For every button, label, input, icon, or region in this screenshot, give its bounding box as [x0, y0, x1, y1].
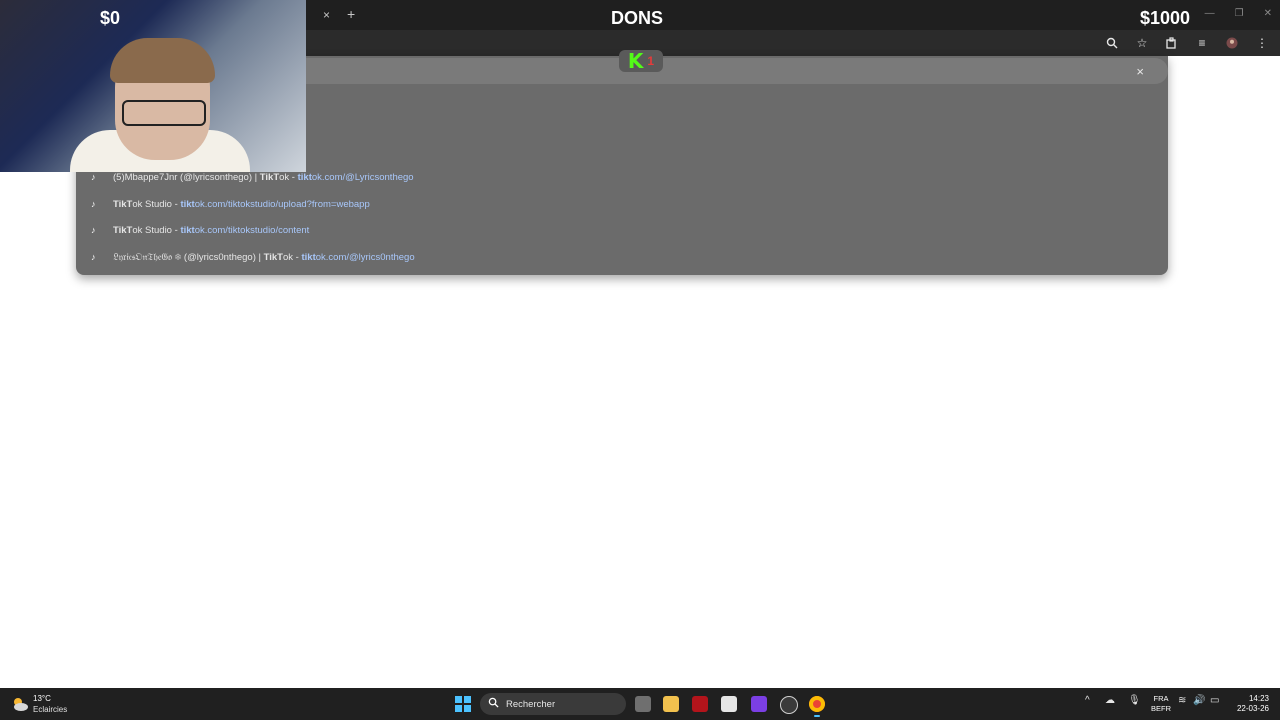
suggestion-text: TikTok Studio - tiktok.com/tiktokstudio/… [113, 199, 370, 210]
task-view-icon[interactable] [635, 696, 651, 712]
suggestion-url: ok.com/@lyrics0nthego [315, 251, 415, 263]
tiktok-icon: ♪ [91, 172, 96, 182]
tiktok-icon: ♪ [91, 225, 96, 235]
volume-icon[interactable]: 🔊 [1193, 695, 1205, 706]
clock-date: 22-03-26 [1236, 704, 1269, 713]
zoom-icon[interactable] [1104, 35, 1120, 51]
purple-app-icon[interactable] [751, 696, 767, 712]
suggestion-url: ok.com/tiktokstudio/content [194, 224, 310, 236]
suggestion-text: 𝔏𝔶𝔯𝔦𝔠𝔰𝔒𝔫𝔗𝔥𝔢𝔊𝔬 ❄ (@lyrics0nthego) | TikTo… [113, 252, 415, 263]
omnibox-clear-button[interactable]: × [1136, 64, 1144, 79]
obs-icon[interactable] [780, 696, 798, 714]
profile-avatar[interactable] [1224, 35, 1240, 51]
weather-temp: 13°C [33, 694, 51, 703]
webcam-overlay [0, 0, 306, 172]
language-indicator[interactable]: FRA BEFR [1151, 694, 1171, 714]
tray-chevron-icon[interactable]: ^ [1085, 695, 1090, 706]
suggestion-url-match: tikt [180, 224, 195, 236]
suggestion-separator: - [289, 171, 298, 183]
suggestion-title: 𝔏𝔶𝔯𝔦𝔠𝔰𝔒𝔫𝔗𝔥𝔢𝔊𝔬 ❄ (@lyrics0nthego) | [113, 251, 264, 263]
weather-desc: Eclaircies [33, 705, 68, 714]
keyboard-layout: BEFR [1151, 704, 1172, 713]
suggestion-title-match: TikT [113, 224, 133, 236]
toolbar-icons: ☆ ≡ ⋮ [1104, 35, 1270, 51]
webcam-person-glasses [122, 100, 206, 126]
suggestion-url: ok.com/@Lyricsonthego [311, 171, 414, 183]
suggestion-title-match: TikT [113, 198, 133, 210]
suggestion-item[interactable]: ♪ TikTok Studio - tiktok.com/tiktokstudi… [76, 193, 1168, 215]
webcam-person-hair [110, 38, 215, 83]
suggestion-title-match: TikT [263, 251, 283, 263]
suggestion-url-match: tikt [297, 171, 312, 183]
bookmark-star-icon[interactable]: ☆ [1134, 35, 1150, 51]
suggestion-url-match: tikt [180, 198, 195, 210]
kick-count: 1 [647, 54, 655, 68]
suggestion-title: (5)Mbappe7Jnr (@lyricsonthego) | [113, 171, 260, 183]
start-button[interactable] [455, 696, 471, 712]
search-label: Rechercher [506, 698, 556, 710]
language-code: FRA [1153, 694, 1169, 703]
suggestion-item[interactable]: ♪ TikTok Studio - tiktok.com/tiktokstudi… [76, 219, 1168, 241]
suggestion-text: (5)Mbappe7Jnr (@lyricsonthego) | TikTok … [113, 172, 414, 183]
suggestion-url-match: tikt [301, 251, 316, 263]
suggestion-title-rest: ok [282, 251, 294, 263]
kick-viewer-badge: K 1 [619, 49, 663, 73]
donation-goal: $1000 [1139, 8, 1190, 28]
onedrive-icon[interactable]: ☁ [1105, 695, 1115, 706]
extensions-icon[interactable] [1164, 35, 1180, 51]
red-app-icon[interactable] [692, 696, 708, 712]
weather-icon[interactable] [11, 696, 29, 712]
search-icon [488, 697, 499, 711]
chrome-icon[interactable] [809, 696, 825, 717]
suggestion-title-rest: ok Studio [132, 224, 172, 236]
suggestion-title-rest: ok [279, 171, 290, 183]
taskbar-search[interactable]: Rechercher [480, 693, 626, 715]
suggestion-text: TikTok Studio - tiktok.com/tiktokstudio/… [113, 225, 309, 236]
microphone-icon[interactable]: 🎙 [1128, 695, 1141, 706]
donation-current: $0 [100, 8, 121, 28]
suggestion-title-rest: ok Studio [132, 198, 172, 210]
wifi-icon[interactable]: ≋ [1178, 695, 1186, 706]
tiktok-icon: ♪ [91, 252, 96, 262]
store-icon[interactable] [721, 696, 737, 712]
menu-icon[interactable]: ⋮ [1254, 35, 1270, 51]
reading-list-icon[interactable]: ≡ [1194, 35, 1210, 51]
tiktok-icon: ♪ [91, 199, 96, 209]
suggestion-item[interactable]: ♪ 𝔏𝔶𝔯𝔦𝔠𝔰𝔒𝔫𝔗𝔥𝔢𝔊𝔬 ❄ (@lyrics0nthego) | Tik… [76, 246, 1168, 268]
battery-icon[interactable]: ▭ [1210, 695, 1219, 706]
system-clock[interactable]: 14:23 22-03-26 [1237, 694, 1269, 714]
file-explorer-icon[interactable] [663, 696, 679, 712]
kick-logo-icon: K [627, 49, 644, 73]
suggestion-url: ok.com/tiktokstudio/upload?from=webapp [194, 198, 370, 210]
clock-time: 14:23 [1248, 694, 1269, 703]
suggestion-title-match: TikT [259, 171, 280, 183]
